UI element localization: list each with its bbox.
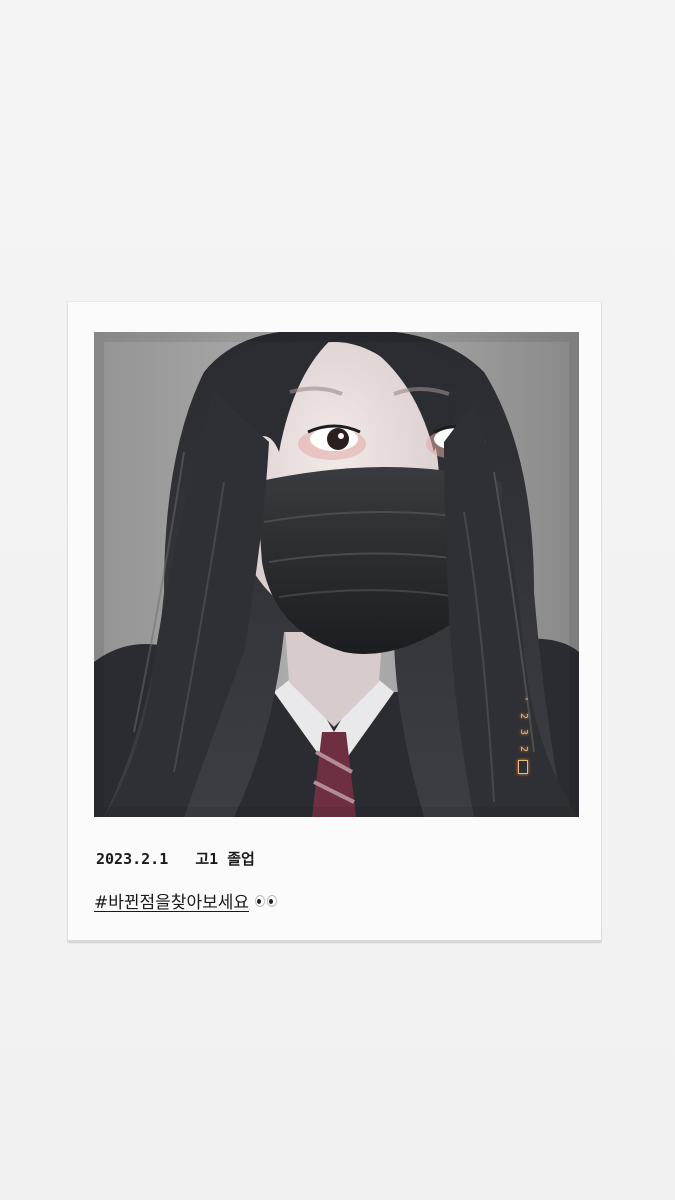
portrait-illustration	[94, 332, 579, 817]
polaroid-frame: ' 2 3 2 2023.2.1 고1 졸업 #바뀐점을찾아보세요	[68, 302, 601, 942]
date-stamp-char: 3	[518, 728, 529, 736]
portrait-photo	[94, 332, 579, 817]
date-stamp-char: '	[518, 695, 529, 703]
date-stamp-char: 2	[518, 745, 529, 752]
photo-date-stamp: ' 2 3 2	[518, 694, 529, 774]
caption-date-line: 2023.2.1 고1 졸업	[96, 850, 255, 868]
date-stamp-box	[518, 760, 528, 774]
caption-hashtag-line: #바뀐점을찾아보세요	[94, 888, 278, 913]
eyes-icon	[255, 894, 278, 907]
date-stamp-char: 2	[518, 712, 529, 719]
hashtag-link[interactable]: #바뀐점을찾아보세요	[94, 888, 249, 913]
story-canvas: ' 2 3 2 2023.2.1 고1 졸업 #바뀐점을찾아보세요	[0, 0, 675, 1200]
